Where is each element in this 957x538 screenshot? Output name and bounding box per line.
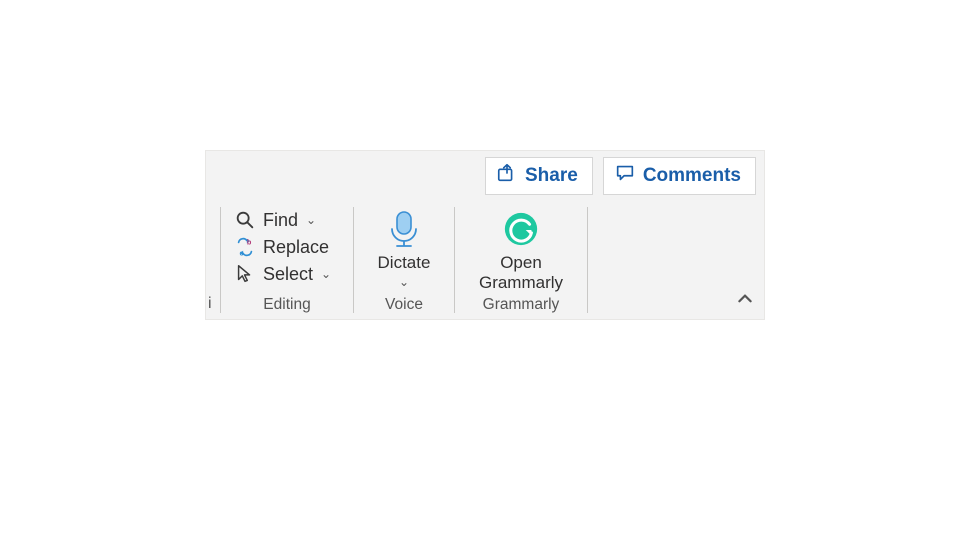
editing-group-label: Editing xyxy=(263,293,310,319)
share-button[interactable]: Share xyxy=(485,157,593,195)
chevron-down-icon: ⌄ xyxy=(306,213,316,227)
svg-text:c: c xyxy=(240,248,244,257)
comments-button[interactable]: Comments xyxy=(603,157,756,195)
dictate-button[interactable]: Dictate ⌄ xyxy=(360,205,448,289)
editing-group: Find ⌄ b c Replace xyxy=(221,205,353,319)
top-buttons-row: Share Comments xyxy=(206,151,764,201)
truncated-group-label: i xyxy=(206,295,214,313)
svg-text:b: b xyxy=(247,237,252,246)
ribbon-groups: i Find ⌄ xyxy=(206,201,764,319)
voice-group-label: Voice xyxy=(385,293,423,319)
select-button[interactable]: Select ⌄ xyxy=(231,261,343,287)
voice-group: Dictate ⌄ Voice xyxy=(354,205,454,319)
find-button[interactable]: Find ⌄ xyxy=(231,207,343,233)
collapse-ribbon-button[interactable] xyxy=(736,290,754,311)
dictate-label: Dictate xyxy=(378,253,431,273)
grammarly-icon xyxy=(501,209,541,249)
chevron-down-icon: ⌄ xyxy=(321,267,331,281)
select-label: Select xyxy=(263,264,313,285)
replace-button[interactable]: b c Replace xyxy=(231,234,343,260)
comments-icon xyxy=(614,162,636,190)
replace-icon: b c xyxy=(233,236,257,258)
comments-label: Comments xyxy=(643,165,741,187)
find-icon xyxy=(233,209,257,231)
open-grammarly-label: Open Grammarly xyxy=(479,253,563,293)
share-icon xyxy=(496,162,518,190)
ribbon-section: Share Comments i xyxy=(205,150,765,320)
replace-label: Replace xyxy=(263,237,329,258)
microphone-icon xyxy=(384,209,424,249)
select-cursor-icon xyxy=(233,263,257,285)
find-label: Find xyxy=(263,210,298,231)
group-divider xyxy=(587,207,588,313)
open-grammarly-button[interactable]: Open Grammarly xyxy=(461,205,581,293)
grammarly-group: Open Grammarly Grammarly xyxy=(455,205,587,319)
share-label: Share xyxy=(525,165,578,187)
chevron-down-icon: ⌄ xyxy=(399,275,409,289)
grammarly-group-label: Grammarly xyxy=(483,293,560,319)
